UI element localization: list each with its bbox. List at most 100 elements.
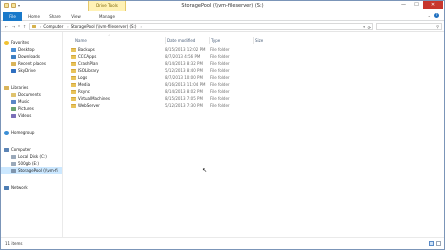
computer-icon bbox=[4, 147, 9, 152]
breadcrumb-storagepool[interactable]: StoragePool (\\vm-fileserver) (S:) bbox=[71, 24, 137, 29]
status-bar: 11 items bbox=[1, 237, 444, 249]
minimize-button[interactable]: — bbox=[397, 1, 410, 9]
file-row[interactable]: Rsync 8/14/2013 8:02 PM File folder bbox=[68, 88, 298, 95]
tab-file[interactable]: File bbox=[3, 12, 22, 21]
folder-icon bbox=[71, 69, 76, 73]
column-header-size[interactable]: Size bbox=[253, 37, 263, 44]
maximize-button[interactable]: ☐ bbox=[410, 1, 423, 9]
nav-homegroup[interactable]: Homegroup bbox=[4, 129, 34, 136]
file-name: WebServer bbox=[78, 103, 100, 108]
breadcrumb-computer[interactable]: Computer bbox=[43, 24, 63, 29]
nav-libraries[interactable]: Libraries bbox=[4, 84, 28, 91]
file-type: File folder bbox=[210, 82, 230, 87]
file-row[interactable]: Media 8/16/2013 11:04 PM File folder bbox=[68, 81, 298, 88]
file-row[interactable]: WebServer 5/12/2013 7:30 PM File folder bbox=[68, 102, 298, 109]
new-folder-icon[interactable] bbox=[11, 3, 16, 8]
file-date: 5/12/2013 8:40 PM bbox=[165, 68, 203, 73]
help-icon[interactable]: ? bbox=[434, 13, 439, 18]
address-bar[interactable]: › Computer › StoragePool (\\vm-fileserve… bbox=[29, 23, 373, 30]
up-arrow-icon[interactable]: ↑ bbox=[22, 24, 27, 29]
videos-icon bbox=[11, 113, 16, 118]
tab-manage[interactable]: Manage bbox=[88, 12, 126, 21]
column-header-type[interactable]: Type bbox=[209, 37, 220, 44]
nav-skydrive[interactable]: SkyDrive bbox=[11, 67, 36, 74]
drive-icon bbox=[11, 161, 16, 166]
file-date: 8/16/2013 11:04 PM bbox=[165, 82, 206, 87]
back-arrow-icon[interactable]: ← bbox=[4, 24, 9, 29]
file-name: ISOLibrary bbox=[78, 68, 99, 73]
nav-videos[interactable]: Videos bbox=[11, 112, 31, 119]
tab-home[interactable]: Home bbox=[25, 12, 43, 21]
file-name: VirtualMachines bbox=[78, 96, 110, 101]
customize-toolbar-icon[interactable]: ▾ bbox=[18, 3, 20, 8]
sort-ascending-icon: ⌃ bbox=[108, 34, 111, 38]
column-header-name[interactable]: Name bbox=[75, 37, 87, 44]
nav-favorites[interactable]: Favorites bbox=[4, 39, 29, 46]
tab-view[interactable]: View bbox=[67, 12, 85, 21]
drive-tools-header: Drive Tools bbox=[88, 1, 126, 11]
nav-network[interactable]: Network bbox=[4, 184, 28, 191]
details-view-icon[interactable] bbox=[429, 241, 434, 246]
nav-documents[interactable]: Documents bbox=[11, 91, 41, 98]
file-name: Rsync bbox=[78, 89, 90, 94]
close-button[interactable]: ✕ bbox=[423, 1, 443, 9]
file-date: 8/14/2013 8:02 PM bbox=[165, 89, 203, 94]
nav-pictures[interactable]: Pictures bbox=[11, 105, 34, 112]
nav-downloads[interactable]: Downloads bbox=[11, 53, 40, 60]
expand-ribbon-icon[interactable]: ⌄ bbox=[428, 13, 431, 18]
chevron-right-icon[interactable]: › bbox=[40, 25, 41, 29]
file-row[interactable]: CCCApps 8/7/2013 4:56 PM File folder bbox=[68, 53, 298, 60]
nav-music[interactable]: Music bbox=[11, 98, 29, 105]
documents-icon bbox=[11, 92, 16, 97]
refresh-icon[interactable]: ⟳ bbox=[368, 24, 371, 31]
navigation-pane: Favorites Desktop Downloads Recent place… bbox=[1, 32, 63, 237]
window-title: StoragePool (\\vm-fileserver) (S:) bbox=[181, 3, 264, 9]
file-date: 5/12/2013 7:30 PM bbox=[165, 103, 203, 108]
window-controls: — ☐ ✕ bbox=[397, 1, 443, 9]
column-header-date-modified[interactable]: Date modified bbox=[165, 37, 195, 44]
title-bar: ▾ Drive Tools StoragePool (\\vm-fileserv… bbox=[1, 1, 444, 11]
pictures-icon bbox=[11, 106, 16, 111]
folder-icon bbox=[71, 97, 76, 101]
file-row[interactable]: Backups 8/15/2013 12:02 PM File folder bbox=[68, 46, 298, 53]
file-type: File folder bbox=[210, 68, 230, 73]
network-icon bbox=[4, 185, 9, 190]
nav-local-disk-c[interactable]: Local Disk (C:) bbox=[11, 153, 47, 160]
search-input[interactable]: ⚲ bbox=[376, 23, 442, 30]
file-row[interactable]: VirtualMachines 8/15/2013 7:05 PM File f… bbox=[68, 95, 298, 102]
address-row: ← → ▾ ↑ › Computer › StoragePool (\\vm-f… bbox=[1, 21, 444, 32]
nav-500gb-e[interactable]: 500gb (E:) bbox=[11, 160, 39, 167]
libraries-icon bbox=[4, 85, 9, 90]
nav-storagepool-s[interactable]: StoragePool (\\vm-fi bbox=[1, 167, 62, 174]
folder-icon bbox=[71, 90, 76, 94]
file-row[interactable]: CrashPlan 8/14/2013 8:32 PM File folder bbox=[68, 60, 298, 67]
file-type: File folder bbox=[210, 54, 230, 59]
nav-recent-places[interactable]: Recent places bbox=[11, 60, 46, 67]
file-date: 8/15/2013 12:02 PM bbox=[165, 47, 206, 52]
nav-computer[interactable]: Computer bbox=[4, 146, 31, 153]
file-list: ⌃ Name Date modified Type Size Backups 8… bbox=[63, 32, 444, 237]
folder-icon bbox=[71, 104, 76, 108]
desktop-icon bbox=[11, 47, 16, 52]
file-name: Backups bbox=[78, 47, 95, 52]
file-row[interactable]: ISOLibrary 5/12/2013 8:40 PM File folder bbox=[68, 67, 298, 74]
large-icons-view-icon[interactable] bbox=[436, 241, 441, 246]
file-name: CrashPlan bbox=[78, 61, 99, 66]
chevron-right-icon[interactable]: › bbox=[67, 25, 68, 29]
tab-share[interactable]: Share bbox=[46, 12, 64, 21]
recent-locations-icon[interactable]: ▾ bbox=[17, 24, 21, 29]
folder-icon bbox=[71, 83, 76, 87]
address-history-dropdown-icon[interactable]: ▾ bbox=[363, 24, 365, 31]
file-type: File folder bbox=[210, 61, 230, 66]
quick-access-toolbar: ▾ bbox=[4, 3, 20, 8]
forward-arrow-icon[interactable]: → bbox=[11, 24, 16, 29]
recent-places-icon bbox=[11, 61, 16, 66]
cloud-icon bbox=[11, 68, 16, 73]
chevron-right-icon[interactable]: › bbox=[140, 25, 141, 29]
file-type: File folder bbox=[210, 103, 230, 108]
file-name: CCCApps bbox=[78, 54, 97, 59]
file-row[interactable]: Logs 8/7/2013 10:00 PM File folder bbox=[68, 74, 298, 81]
folder-icon bbox=[71, 62, 76, 66]
nav-desktop[interactable]: Desktop bbox=[11, 46, 35, 53]
properties-icon[interactable] bbox=[4, 3, 9, 8]
